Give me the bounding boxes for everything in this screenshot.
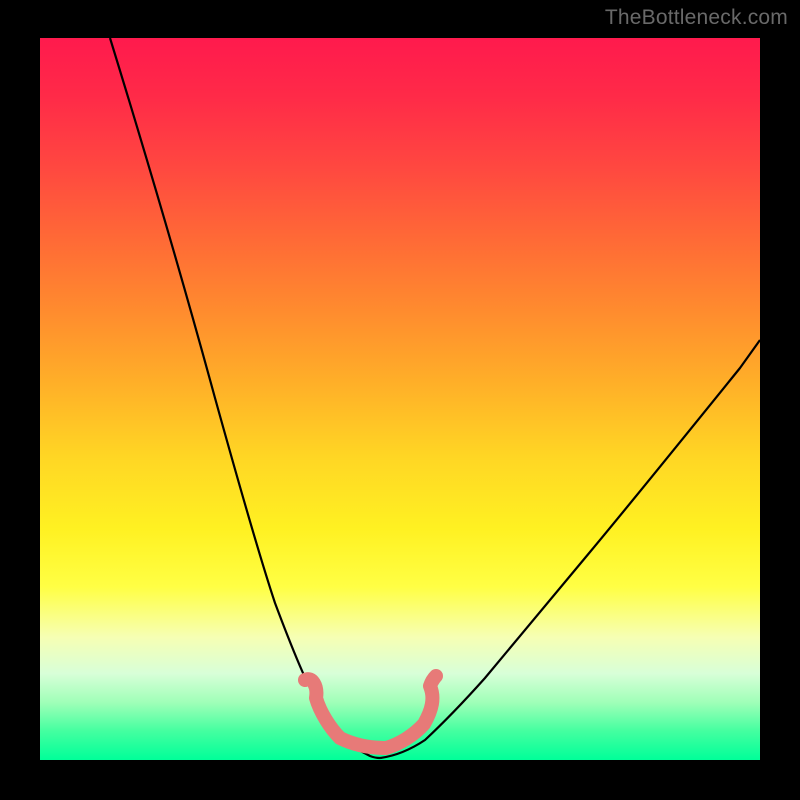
chart-svg (40, 38, 760, 760)
watermark-text: TheBottleneck.com (605, 6, 788, 30)
chart-plot-area (40, 38, 760, 760)
curve-bottom-highlight (305, 676, 436, 748)
curve-left-branch (110, 38, 380, 758)
